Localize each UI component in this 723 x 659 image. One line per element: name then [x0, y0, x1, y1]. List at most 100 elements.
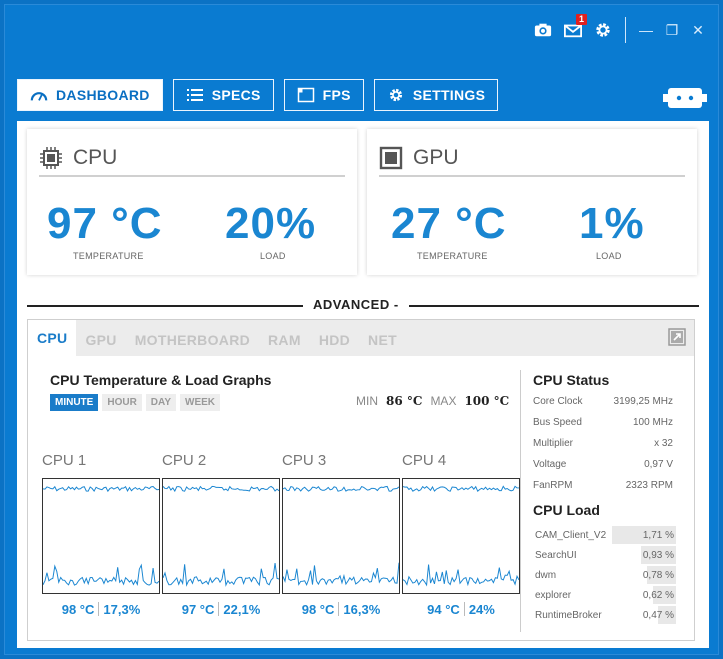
temperature-line: [283, 485, 399, 492]
status-row: Core Clock 3199,25 MHz: [533, 396, 673, 407]
status-value: x 32: [654, 438, 673, 449]
minimize-icon[interactable]: —: [638, 22, 654, 38]
popout-icon[interactable]: [668, 328, 686, 346]
core-load: 22,1%: [223, 602, 261, 617]
core-stats: 98 °C 16,3%: [282, 602, 400, 617]
title-controls: 1 — ❐ ✕: [533, 14, 706, 43]
process-name: SearchUI: [535, 549, 577, 561]
advanced-panel: CPU GPU MOTHERBOARD RAM HDD NET CPU Temp…: [27, 319, 695, 641]
tab-motherboard[interactable]: MOTHERBOARD: [126, 324, 259, 356]
temperature-line: [43, 485, 159, 493]
core-graph-cpu3: CPU 3 98 °C 16,3%: [282, 452, 400, 617]
nav-specs-label: SPECS: [211, 87, 261, 103]
list-icon: [186, 89, 203, 101]
status-key: Core Clock: [533, 396, 583, 407]
process-name: dwm: [535, 569, 557, 581]
cpu-load-value: 20%: [225, 199, 317, 248]
dashboard-panel: CPU 97 °C TEMPERATURE 20% LOAD GPU 27 °C…: [17, 121, 709, 648]
process-row: dwm 0,78 %: [533, 566, 676, 584]
core-chart: [402, 478, 520, 594]
process-load: 0,93 %: [642, 549, 674, 561]
min-value: 86 °C: [386, 394, 423, 408]
window-icon: [297, 87, 314, 103]
tab-gpu[interactable]: GPU: [76, 324, 125, 356]
core-stats: 94 °C 24%: [402, 602, 520, 617]
load-line: [43, 563, 159, 586]
nav-fps-label: FPS: [322, 87, 351, 103]
core-chart: [162, 478, 280, 594]
nav-dashboard-label: DASHBOARD: [56, 87, 150, 103]
cpu-chip-icon: [40, 147, 62, 169]
cpu-temp-label: TEMPERATURE: [73, 251, 144, 261]
gear-icon[interactable]: [593, 20, 613, 40]
core-stats: 97 °C 22,1%: [162, 602, 280, 617]
cpu-load-label: LOAD: [260, 251, 286, 261]
restore-icon[interactable]: ❐: [664, 22, 680, 39]
tab-hdd[interactable]: HDD: [310, 324, 359, 356]
time-range-selector: MINUTE HOUR DAY WEEK: [50, 394, 220, 411]
cpu-temp-value: 97 °C: [47, 199, 163, 248]
core-graph-cpu2: CPU 2 97 °C 22,1%: [162, 452, 280, 617]
mail-icon[interactable]: 1: [563, 14, 587, 40]
robot-icon[interactable]: [662, 85, 708, 111]
process-row: CAM_Client_V2 1,71 %: [533, 526, 676, 544]
range-minute[interactable]: MINUTE: [50, 394, 99, 411]
core-chart: [42, 478, 160, 594]
nav-specs[interactable]: SPECS: [172, 79, 274, 111]
close-icon[interactable]: ✕: [690, 22, 706, 39]
gear-icon: [389, 88, 402, 102]
gpu-chip-icon: [379, 146, 403, 170]
core-load: 24%: [468, 602, 495, 617]
process-load: 0,62 %: [642, 589, 674, 601]
process-name: explorer: [535, 589, 572, 601]
core-chart: [282, 478, 400, 594]
status-value: 0,97 V: [644, 459, 673, 470]
advanced-toggle[interactable]: ADVANCED -: [303, 297, 409, 312]
temperature-line: [403, 485, 519, 492]
gpu-load-label: LOAD: [596, 251, 622, 261]
load-line: [163, 562, 279, 587]
tab-net[interactable]: NET: [359, 324, 406, 356]
cpu-card-header: CPU: [39, 141, 345, 177]
title-divider: [625, 17, 626, 43]
process-row: RuntimeBroker 0,47 %: [533, 606, 676, 624]
process-name: CAM_Client_V2: [535, 529, 607, 541]
tab-ram[interactable]: RAM: [259, 324, 310, 356]
range-week[interactable]: WEEK: [180, 394, 220, 411]
core-label: CPU 1: [42, 452, 87, 469]
status-key: Voltage: [533, 459, 567, 470]
cpu-card: CPU 97 °C TEMPERATURE 20% LOAD: [27, 129, 357, 275]
gpu-load-value: 1%: [579, 199, 645, 248]
max-label: MAX: [430, 394, 457, 408]
status-row: Voltage 0,97 V: [533, 459, 673, 470]
cpu-load-title: CPU Load: [533, 502, 600, 518]
process-name: RuntimeBroker: [535, 609, 602, 621]
graphs-title: CPU Temperature & Load Graphs: [50, 372, 272, 388]
cpu-status-title: CPU Status: [533, 372, 610, 388]
nav-fps[interactable]: FPS: [283, 79, 364, 111]
camera-icon[interactable]: [533, 20, 553, 40]
range-day[interactable]: DAY: [145, 394, 176, 411]
speedometer-icon: [30, 92, 48, 101]
core-graph-cpu4: CPU 4 94 °C 24%: [402, 452, 520, 617]
app-window: 1 — ❐ ✕ DASHBOARD SPECS FPS SETTINGS CPU…: [4, 4, 719, 655]
hardware-tabs: CPU GPU MOTHERBOARD RAM HDD NET: [28, 320, 694, 356]
range-hour[interactable]: HOUR: [102, 394, 142, 411]
core-label: CPU 4: [402, 452, 447, 469]
core-stats: 98 °C 17,3%: [42, 602, 160, 617]
tab-cpu[interactable]: CPU: [28, 320, 77, 356]
temperature-line: [163, 485, 279, 493]
process-load: 1,71 %: [642, 529, 674, 541]
core-graph-cpu1: CPU 1 98 °C 17,3%: [42, 452, 160, 617]
nav-settings[interactable]: SETTINGS: [373, 79, 499, 111]
load-line: [403, 564, 519, 587]
core-label: CPU 2: [162, 452, 207, 469]
gpu-temp-value: 27 °C: [391, 199, 507, 248]
nav-settings-label: SETTINGS: [412, 87, 486, 103]
process-load: 0,78 %: [642, 569, 674, 581]
core-label: CPU 3: [282, 452, 327, 469]
nav-dashboard[interactable]: DASHBOARD: [17, 79, 163, 111]
status-key: Bus Speed: [533, 417, 582, 428]
status-row: Bus Speed 100 MHz: [533, 417, 673, 428]
load-line: [283, 562, 399, 586]
